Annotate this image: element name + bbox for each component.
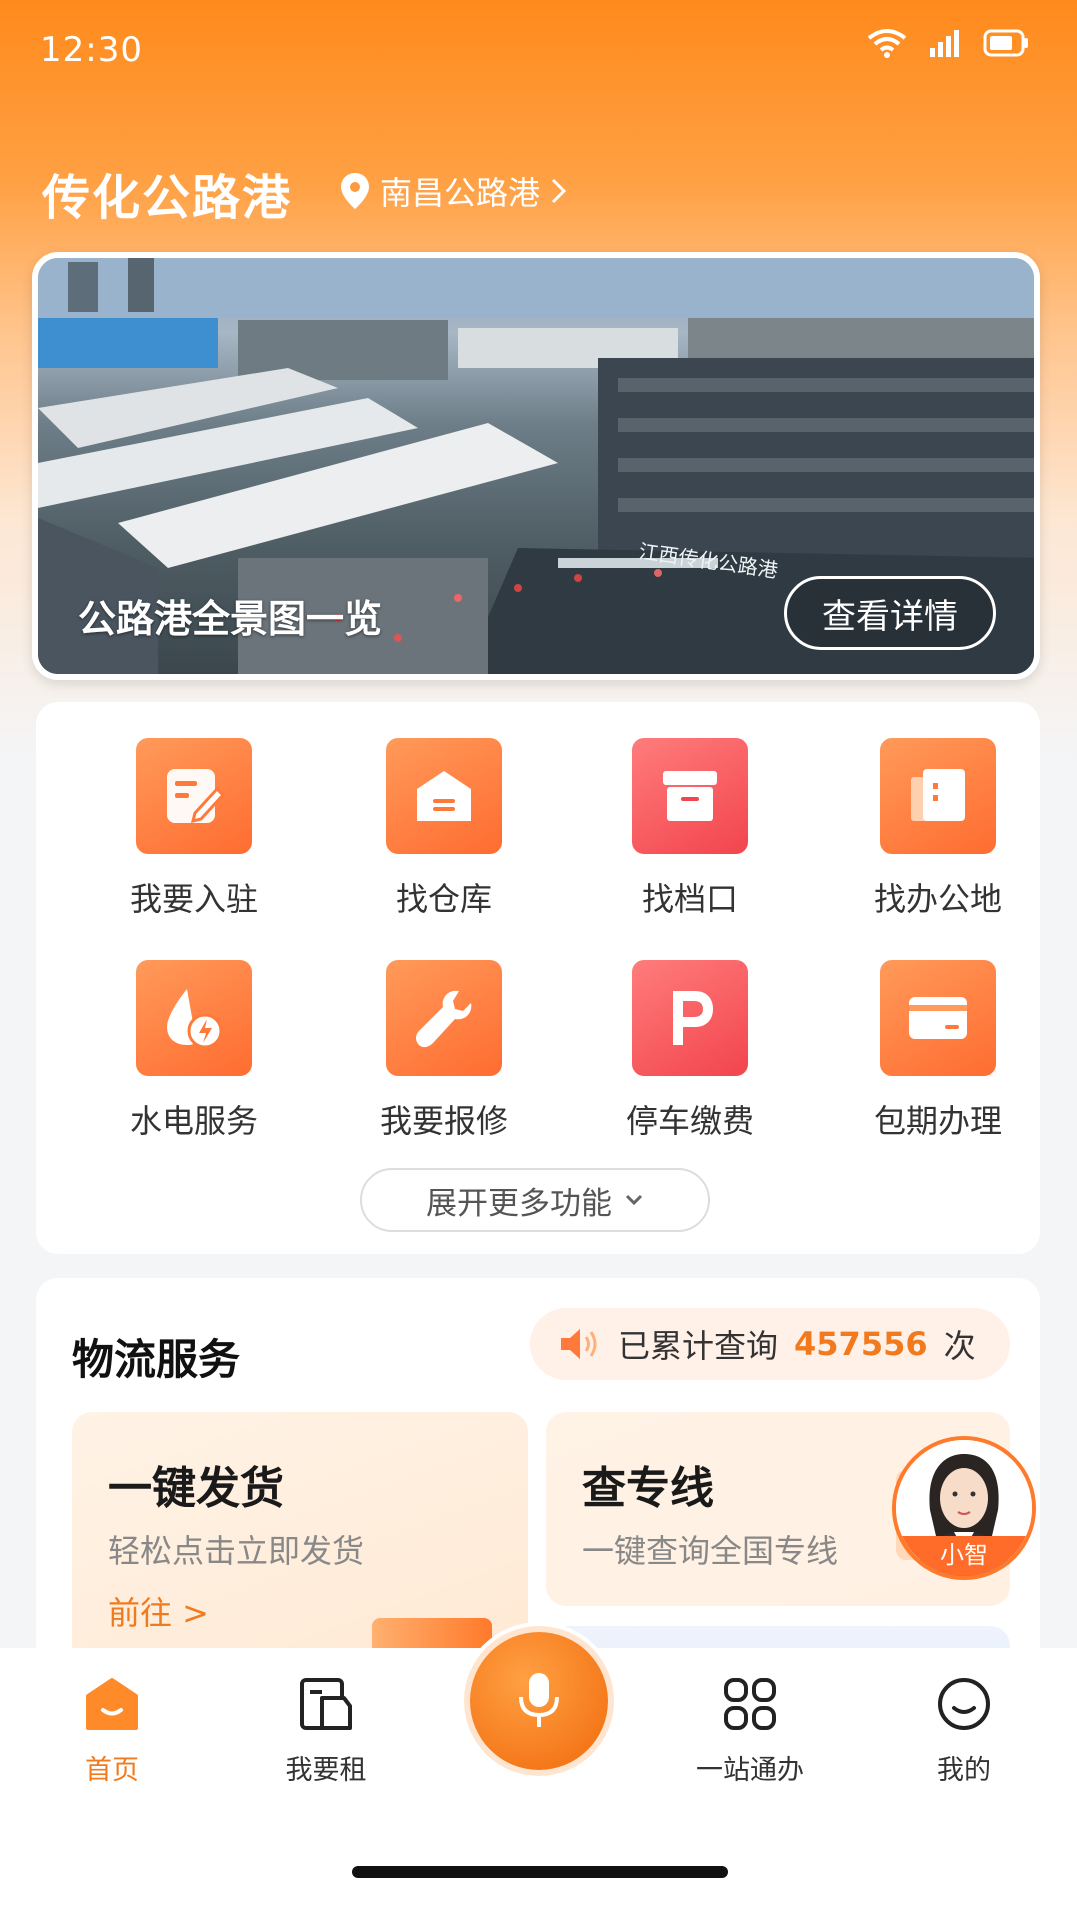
grid-apps-icon <box>724 1678 776 1730</box>
function-grid-card: 我要入驻 找仓库 找档口 找办公地 水电服务 我要报修 停车缴费 包期办理 展开… <box>36 702 1040 1254</box>
query-prefix: 已累计查询 <box>618 1327 779 1365</box>
tab-home[interactable]: 首页 <box>32 1676 192 1787</box>
query-suffix: 次 <box>943 1327 976 1365</box>
smile-face-icon <box>938 1678 990 1730</box>
function-period[interactable]: 包期办理 <box>818 960 1058 1142</box>
service-title: 一键发货 <box>108 1463 284 1514</box>
expand-more-button[interactable]: 展开更多功能 <box>360 1168 710 1232</box>
query-count: 457556 <box>794 1325 928 1363</box>
rent-icon <box>300 1678 352 1730</box>
function-utilities[interactable]: 水电服务 <box>74 960 314 1142</box>
chevron-right-icon <box>551 178 567 204</box>
tab-label: 我的 <box>937 1755 991 1786</box>
home-indicator <box>352 1866 728 1878</box>
function-stall[interactable]: 找档口 <box>570 738 810 920</box>
location-selector[interactable]: 南昌公路港 <box>340 168 568 214</box>
box-icon <box>632 738 748 854</box>
service-subtitle: 一键查询全国专线 <box>582 1532 839 1570</box>
status-bar: 12:30 <box>0 0 1077 100</box>
edit-icon <box>136 738 252 854</box>
brand-title: 传化公路港 <box>42 170 293 226</box>
function-warehouse[interactable]: 找仓库 <box>324 738 564 920</box>
signal-icon <box>930 30 959 57</box>
location-pin-icon <box>341 173 369 209</box>
function-office[interactable]: 找办公地 <box>818 738 1058 920</box>
tab-label: 我要租 <box>285 1755 367 1786</box>
function-join[interactable]: 我要入驻 <box>74 738 314 920</box>
wifi-icon <box>867 29 907 58</box>
query-counter: 已累计查询 457556 次 <box>530 1308 1010 1380</box>
function-repair[interactable]: 我要报修 <box>324 960 564 1142</box>
microphone-icon <box>519 1673 559 1727</box>
status-time: 12:30 <box>40 30 143 70</box>
function-parking[interactable]: 停车缴费 <box>570 960 810 1142</box>
go-link[interactable]: 前往 > <box>108 1588 209 1634</box>
function-label: 水电服务 <box>129 1102 258 1140</box>
function-label: 我要入驻 <box>129 880 258 918</box>
header: 传化公路港 南昌公路港 <box>0 150 1077 230</box>
warehouse-icon <box>386 738 502 854</box>
view-details-button[interactable]: 查看详情 <box>784 576 996 650</box>
assistant-avatar-button[interactable]: 小智 <box>892 1436 1036 1580</box>
voice-button[interactable] <box>460 1622 618 1780</box>
panorama-banner[interactable]: 江西传化公路港 公路港全景图一览 查看详情 <box>32 252 1040 680</box>
parking-icon <box>632 960 748 1076</box>
service-title: 查专线 <box>582 1463 714 1514</box>
battery-icon <box>983 29 1028 57</box>
water-electric-icon <box>136 960 252 1076</box>
home-icon <box>86 1678 138 1730</box>
service-subtitle: 轻松点击立即发货 <box>108 1532 365 1570</box>
office-icon <box>880 738 996 854</box>
speaker-icon <box>561 1329 597 1359</box>
function-label: 包期办理 <box>873 1102 1002 1140</box>
voice-button-inner <box>470 1632 608 1770</box>
status-icons <box>867 28 1029 58</box>
chevron-down-icon <box>625 1194 643 1206</box>
expand-more-label: 展开更多功能 <box>426 1185 612 1222</box>
function-label: 找仓库 <box>395 880 492 918</box>
function-label: 找档口 <box>641 880 738 918</box>
tab-rent[interactable]: 我要租 <box>246 1676 406 1787</box>
tab-one-stop[interactable]: 一站通办 <box>670 1676 830 1787</box>
function-label: 找办公地 <box>873 880 1002 918</box>
function-label: 我要报修 <box>379 1102 508 1140</box>
tab-label: 首页 <box>85 1755 139 1786</box>
tab-label: 一站通办 <box>696 1755 804 1786</box>
function-label: 停车缴费 <box>625 1102 754 1140</box>
tab-mine[interactable]: 我的 <box>884 1676 1044 1787</box>
wrench-icon <box>386 960 502 1076</box>
assistant-name: 小智 <box>896 1536 1032 1576</box>
location-label: 南昌公路港 <box>380 174 541 212</box>
logistics-title: 物流服务 <box>72 1335 241 1384</box>
card-icon <box>880 960 996 1076</box>
banner-title: 公路港全景图一览 <box>78 597 383 641</box>
